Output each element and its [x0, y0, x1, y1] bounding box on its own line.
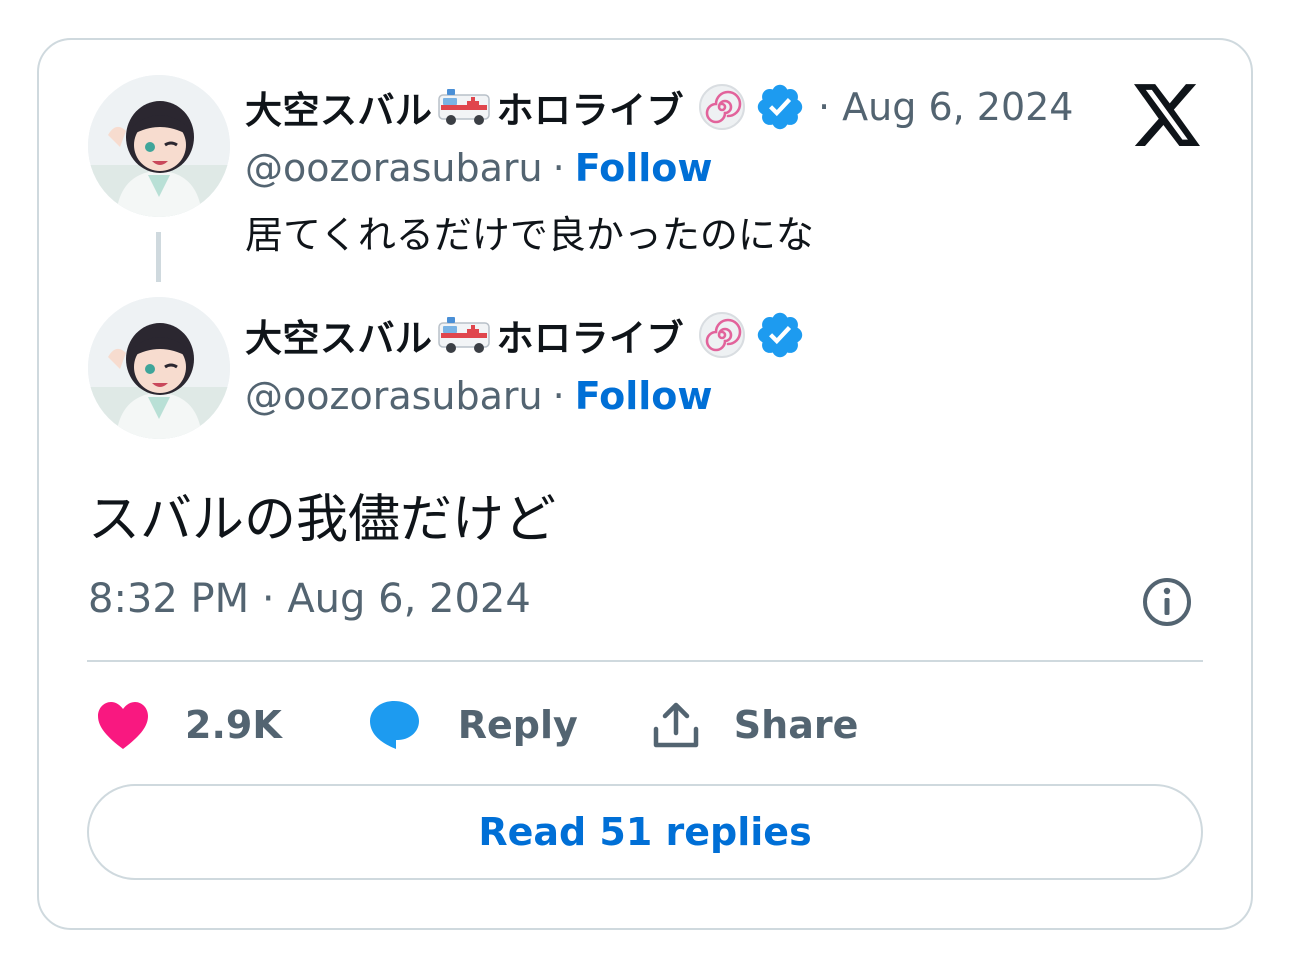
read-replies-label: Read 51 replies	[478, 810, 812, 854]
read-replies-button[interactable]: Read 51 replies	[87, 784, 1203, 880]
display-name-suffix: ホロライブ	[496, 317, 684, 360]
heart-icon	[98, 702, 148, 749]
separator-dot: ·	[552, 374, 565, 418]
avatar[interactable]	[88, 75, 230, 217]
display-name: 大空スバル	[245, 89, 433, 132]
display-name-suffix: ホロライブ	[496, 89, 684, 132]
quoted-tweet-text: 居てくれるだけで良かったのにな	[245, 213, 814, 257]
share-label: Share	[733, 703, 859, 747]
avatar-illustration	[88, 297, 230, 439]
tweet-timestamp[interactable]: 8:32 PM · Aug 6, 2024	[88, 576, 531, 622]
ambulance-emoji-icon	[437, 317, 490, 353]
main-tweet-text: スバルの我儘だけど	[88, 490, 557, 550]
hololive-swirl-icon[interactable]	[698, 311, 746, 359]
ambulance-emoji-icon	[437, 89, 490, 125]
main-tweet-author[interactable]: 大空スバル ホロライブ	[245, 308, 806, 362]
x-logo-icon[interactable]	[1134, 84, 1200, 146]
follow-link[interactable]: Follow	[575, 374, 713, 418]
quoted-tweet-author[interactable]: 大空スバル ホロライブ · Aug 6, 2024	[245, 80, 1073, 134]
share-button[interactable]: Share	[578, 699, 859, 751]
tweet-date[interactable]: · Aug 6, 2024	[818, 85, 1073, 129]
reply-button[interactable]: Reply	[282, 698, 578, 752]
main-tweet-handle-row: @oozorasubaru · Follow	[245, 374, 713, 418]
like-button[interactable]: 2.9K	[95, 699, 282, 751]
avatar-illustration	[88, 75, 230, 217]
hololive-swirl-icon[interactable]	[698, 83, 746, 131]
display-name: 大空スバル	[245, 317, 433, 360]
speech-bubble-icon	[369, 701, 419, 749]
avatar[interactable]	[88, 297, 230, 439]
user-handle[interactable]: @oozorasubaru	[245, 146, 543, 190]
like-count: 2.9K	[185, 703, 282, 747]
share-upload-icon	[653, 702, 699, 748]
info-icon[interactable]	[1140, 575, 1194, 629]
verified-check-icon[interactable]	[754, 81, 806, 133]
follow-link[interactable]: Follow	[575, 146, 713, 190]
thread-connector-line	[156, 232, 161, 282]
reply-label: Reply	[457, 703, 578, 747]
separator-dot: ·	[552, 146, 565, 190]
divider	[87, 660, 1203, 662]
tweet-actions: 2.9K Reply Share	[95, 693, 858, 757]
user-handle[interactable]: @oozorasubaru	[245, 374, 543, 418]
verified-check-icon[interactable]	[754, 309, 806, 361]
quoted-tweet-handle-row: @oozorasubaru · Follow	[245, 146, 713, 190]
